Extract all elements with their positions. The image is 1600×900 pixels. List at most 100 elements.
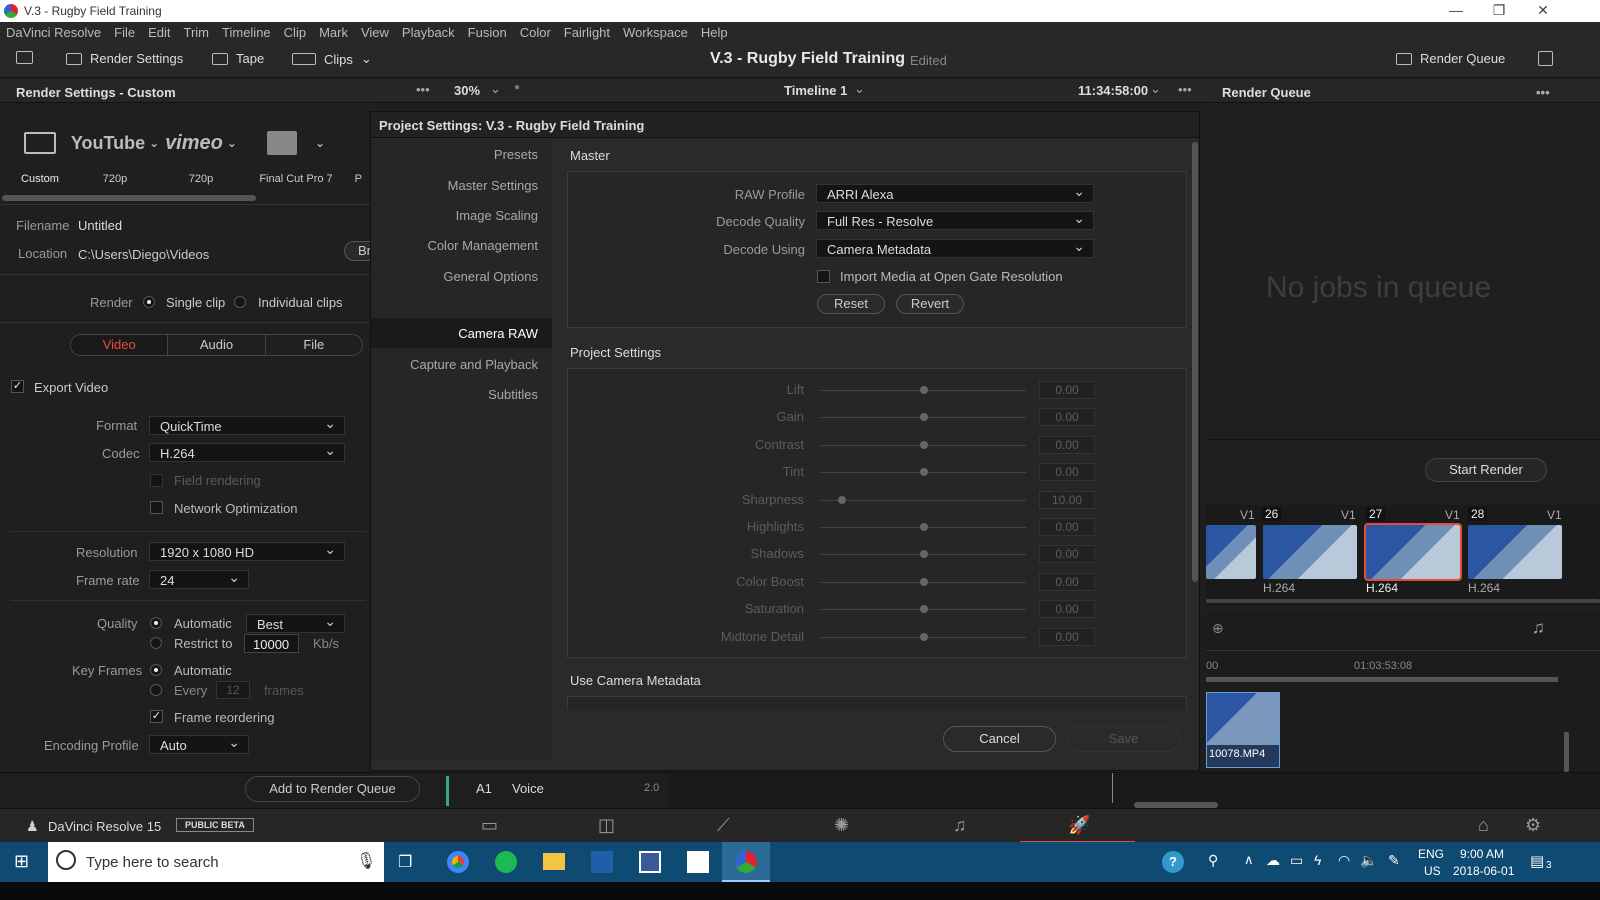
slider-track[interactable] [821, 440, 1026, 449]
render-settings-button[interactable]: Render Settings [66, 51, 183, 66]
zoom-level[interactable]: 30% [454, 83, 480, 98]
task-view-icon[interactable]: ❐ [398, 852, 412, 872]
tray-chevron-icon[interactable]: ∧ [1244, 852, 1254, 868]
decode-using-dropdown[interactable]: Camera Metadata [816, 238, 1094, 258]
frame-reordering-checkbox[interactable]: ✓ [150, 710, 163, 723]
tab-audio[interactable]: Audio [168, 335, 266, 355]
slider-value-input[interactable]: 0.00 [1039, 572, 1095, 591]
resolution-dropdown[interactable]: 1920 x 1080 HD [149, 541, 345, 561]
slider-track[interactable] [821, 495, 1026, 504]
sticky-notes-icon[interactable] [687, 851, 709, 873]
clock-time[interactable]: 9:00 AM [1460, 847, 1504, 861]
menu-playback[interactable]: Playback [402, 25, 455, 40]
power-icon[interactable]: ϟ [1314, 852, 1321, 868]
preset-custom[interactable]: Custom [0, 125, 80, 185]
help-icon[interactable]: ? [1162, 851, 1184, 873]
file-explorer-icon[interactable] [543, 853, 565, 870]
add-to-render-queue-button[interactable]: Add to Render Queue [245, 776, 420, 802]
menu-view[interactable]: View [361, 25, 389, 40]
framerate-dropdown[interactable]: 24 [149, 569, 249, 589]
tab-video[interactable]: Video [71, 335, 169, 355]
field-rendering-checkbox[interactable] [150, 474, 163, 487]
slider-track[interactable] [821, 605, 1026, 614]
clip-strip-scrollbar[interactable] [1206, 599, 1600, 603]
clip-thumbnail-selected[interactable] [1364, 523, 1462, 581]
codec-dropdown[interactable]: H.264 [149, 442, 345, 462]
facebook-icon[interactable] [639, 851, 661, 873]
volume-icon[interactable]: 🔈 [1360, 852, 1377, 869]
render-queue-button[interactable]: Render Queue [1396, 51, 1505, 66]
menu-file[interactable]: File [114, 25, 135, 40]
slider-track[interactable] [821, 550, 1026, 559]
audio-track-name[interactable]: Voice [512, 781, 544, 796]
decode-quality-dropdown[interactable]: Full Res - Resolve [816, 210, 1094, 230]
quality-dropdown[interactable]: Best [246, 613, 345, 633]
nav-presets[interactable]: Presets [494, 147, 538, 162]
tab-file[interactable]: File [266, 335, 362, 355]
keyframes-every-radio[interactable] [150, 684, 162, 696]
taskbar-search[interactable]: Type here to search 🎙 [48, 842, 384, 882]
menu-trim[interactable]: Trim [184, 25, 210, 40]
single-clip-radio[interactable] [143, 296, 155, 308]
clip-thumbnail[interactable] [1263, 525, 1357, 579]
timeline-vscroll[interactable] [1564, 732, 1569, 772]
app-icon-blue[interactable] [591, 851, 613, 873]
presets-scrollbar[interactable] [2, 195, 256, 201]
clip-thumbnail[interactable] [1468, 525, 1562, 579]
slider-value-input[interactable]: 0.00 [1039, 463, 1095, 482]
slider-knob[interactable] [919, 523, 928, 531]
raw-profile-dropdown[interactable]: ARRI Alexa [816, 183, 1094, 203]
close-icon[interactable]: ✕ [1528, 2, 1558, 19]
slider-value-input[interactable]: 0.00 [1039, 600, 1095, 619]
menu-timeline[interactable]: Timeline [222, 25, 271, 40]
slider-track[interactable] [821, 523, 1026, 531]
onedrive-icon[interactable]: ☁ [1266, 852, 1280, 869]
slider-knob[interactable] [919, 550, 928, 559]
nav-color-management[interactable]: Color Management [427, 238, 538, 253]
fairlight-page-icon[interactable]: ♫ [953, 815, 967, 836]
people-icon[interactable]: ⚲ [1208, 852, 1218, 869]
slider-value-input[interactable]: 0.00 [1039, 381, 1095, 399]
keyframe-interval-input[interactable]: 12 [216, 681, 250, 699]
chrome-icon[interactable] [447, 851, 469, 873]
menu-fairlight[interactable]: Fairlight [564, 25, 610, 40]
dialog-scrollbar[interactable] [1192, 142, 1198, 582]
slider-value-input[interactable]: 0.00 [1039, 408, 1095, 427]
slider-track[interactable] [821, 386, 1026, 394]
spotify-icon[interactable] [495, 851, 517, 873]
zoom-chevron-icon[interactable]: ⌄ [490, 81, 501, 97]
menu-davinci[interactable]: DaVinci Resolve [6, 25, 101, 40]
slider-track[interactable] [821, 577, 1026, 586]
restrict-bitrate-input[interactable]: 10000 [244, 634, 299, 653]
quality-automatic-radio[interactable] [150, 617, 162, 629]
queue-options-icon[interactable]: ••• [1536, 85, 1550, 100]
nav-camera-raw[interactable]: Camera RAW [458, 326, 538, 341]
slider-value-input[interactable]: 0.00 [1039, 435, 1095, 454]
minimize-icon[interactable]: — [1441, 2, 1471, 18]
viewer-options-icon[interactable]: ••• [416, 82, 430, 97]
restrict-to-radio[interactable] [150, 637, 162, 649]
edit-page-icon[interactable]: ◫ [598, 815, 615, 836]
slider-knob[interactable] [919, 605, 928, 614]
timeline-clip[interactable]: 10078.MP4 [1206, 692, 1280, 768]
notifications-icon[interactable]: ▤ [1530, 852, 1544, 870]
slider-knob[interactable] [919, 386, 928, 394]
save-button[interactable]: Save [1067, 726, 1180, 752]
preset-youtube[interactable]: YouTube ⌄ 720p [71, 125, 159, 186]
menu-help[interactable]: Help [701, 25, 728, 40]
nav-capture-playback[interactable]: Capture and Playback [410, 357, 538, 372]
format-dropdown[interactable]: QuickTime [149, 415, 345, 435]
start-render-button[interactable]: Start Render [1425, 458, 1547, 482]
expand-icon[interactable] [1538, 51, 1553, 66]
nav-general-options[interactable]: General Options [443, 269, 538, 284]
slider-knob[interactable] [919, 632, 928, 641]
filename-input[interactable]: Untitled [78, 218, 122, 233]
resolve-taskbar-button[interactable] [722, 842, 770, 882]
slider-knob[interactable] [919, 440, 928, 449]
export-video-checkbox[interactable]: ✓ [11, 380, 24, 393]
menu-edit[interactable]: Edit [148, 25, 170, 40]
windows-start-icon[interactable]: ⊞ [14, 851, 29, 872]
slider-knob[interactable] [837, 495, 846, 504]
open-gate-checkbox[interactable] [817, 270, 830, 283]
region-indicator[interactable]: US [1424, 864, 1441, 878]
